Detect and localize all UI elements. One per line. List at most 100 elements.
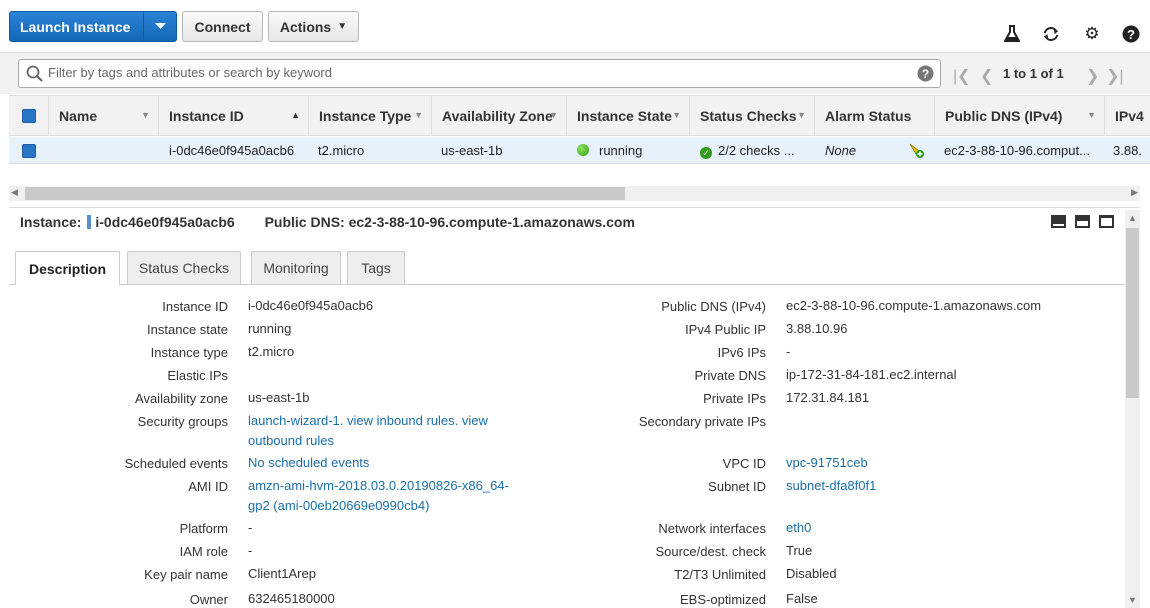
next-page-icon[interactable]: ❯ [1086,66,1099,86]
caret-down-icon [154,23,166,29]
value-scheduled-events-link[interactable]: No scheduled events [248,453,369,473]
detail-public-dns: ec2-3-88-10-96.compute-1.amazonaws.com [348,214,635,230]
pane-resize-divider[interactable] [9,207,1140,208]
column-availability-zone[interactable]: Availability Zone ▼ [432,96,567,136]
label-instance-type: Instance type [150,345,228,360]
scroll-right-icon[interactable]: ▶ [1131,187,1138,198]
launch-dropdown-caret[interactable] [143,12,176,41]
label-iam-role: IAM role [179,544,228,559]
public-dns-label: Public DNS: [264,214,345,230]
flask-icon[interactable] [1003,25,1021,43]
label-elastic-ips: Elastic IPs [167,368,228,383]
scroll-down-icon[interactable]: ▼ [1128,595,1137,605]
sort-asc-icon: ▲ [291,110,300,120]
label-key-pair-name: Key pair name [144,567,228,582]
sort-caret-icon: ▼ [797,110,806,120]
prev-page-icon[interactable]: ❮ [980,66,993,86]
horizontal-scrollbar[interactable]: ◀ ▶ [9,186,1140,201]
label-instance-id: Instance ID [162,299,228,314]
label-ipv6-ips: IPv6 IPs [717,345,766,360]
label-scheduled-events: Scheduled events [124,456,228,471]
label-subnet-id: Subnet ID [708,479,766,494]
sort-caret-icon: ▼ [1087,110,1096,120]
value-source-dest-check: True [786,543,813,558]
value-network-interfaces-link[interactable]: eth0 [786,518,811,538]
value-private-ips: 172.31.84.181 [786,390,870,405]
gear-icon[interactable]: ⚙ [1083,24,1101,43]
select-all-checkbox[interactable] [22,109,36,123]
column-ipv4[interactable]: IPv4 [1105,96,1150,136]
search-icon [26,65,43,82]
cell-instance-id: i-0dc46e0f945a0acb6 [169,143,295,158]
tab-description[interactable]: Description [15,251,120,285]
detail-instance-id: i-0dc46e0f945a0acb6 [95,214,235,230]
tab-tags[interactable]: Tags [347,251,405,284]
cell-instance-type: t2.micro [318,143,365,158]
select-all-cell[interactable] [9,96,49,136]
launch-instance-button[interactable]: Launch Instance [9,11,177,42]
value-ebs-optimized: False [786,591,818,606]
label-t2t3-unlimited: T2/T3 Unlimited [674,567,766,582]
create-alarm-icon[interactable] [908,142,925,159]
value-platform: - [248,520,253,535]
label-owner: Owner [189,592,228,607]
label-availability-zone: Availability zone [135,391,228,406]
search-field[interactable]: ? [18,59,941,88]
connect-button[interactable]: Connect [182,11,263,42]
sort-caret-icon: ▼ [549,110,558,120]
horizontal-scroll-thumb[interactable] [25,187,625,200]
value-instance-state: running [248,321,292,336]
column-alarm-status[interactable]: Alarm Status [815,96,935,136]
vertical-scrollbar[interactable]: ▲ ▼ [1125,210,1140,608]
chevron-down-icon: ▼ [337,21,348,32]
column-status-checks[interactable]: Status Checks ▼ [690,96,815,136]
pagination-text: 1 to 1 of 1 [1003,66,1064,81]
row-checkbox[interactable] [22,144,36,158]
instance-marker [87,215,92,229]
cell-public-dns: ec2-3-88-10-96.comput... [944,143,1090,158]
layout-bottom-icon[interactable] [1051,215,1066,228]
label-secondary-private-ips: Secondary private IPs [638,414,766,429]
column-instance-id[interactable]: Instance ID ▲ [159,96,309,136]
column-instance-state[interactable]: Instance State ▼ [567,96,690,136]
label-security-groups: Security groups [137,414,228,429]
value-t2t3-unlimited: Disabled [786,566,837,581]
tab-monitoring[interactable]: Monitoring [251,251,341,284]
column-public-dns[interactable]: Public DNS (IPv4) ▼ [935,96,1105,136]
actions-button[interactable]: Actions ▼ [268,11,359,42]
label-instance-state: Instance state [147,322,228,337]
table-row[interactable]: i-0dc46e0f945a0acb6 t2.micro us-east-1b … [9,137,1150,164]
layout-split-icon[interactable] [1075,215,1090,228]
column-name[interactable]: Name ▼ [49,96,159,136]
cell-alarm-status: None [825,143,857,158]
sort-caret-icon: ▼ [672,110,681,120]
layout-full-icon[interactable] [1099,215,1114,228]
tab-status-checks[interactable]: Status Checks [127,251,241,284]
instance-label: Instance: [20,214,82,230]
column-instance-type[interactable]: Instance Type ▼ [309,96,432,136]
value-subnet-id-link[interactable]: subnet-dfa8f0f1 [786,476,876,496]
first-page-icon[interactable]: |❮ [953,66,971,86]
help-icon[interactable]: ? [917,65,934,82]
cell-instance-state: running [577,143,642,158]
refresh-icon[interactable] [1042,25,1060,43]
value-instance-id: i-0dc46e0f945a0acb6 [248,298,374,313]
value-private-dns: ip-172-31-84-181.ec2.internal [786,367,957,382]
value-security-groups-link[interactable]: launch-wizard-1. view inbound rules. vie… [248,411,508,451]
value-public-dns: ec2-3-88-10-96.compute-1.amazonaws.com [786,298,1042,313]
label-vpc-id: VPC ID [722,456,766,471]
vertical-scroll-thumb[interactable] [1126,228,1139,398]
value-availability-zone: us-east-1b [248,390,310,405]
help-icon[interactable]: ? [1122,25,1140,43]
scroll-up-icon[interactable]: ▲ [1128,213,1137,223]
sort-caret-icon: ▼ [141,110,150,120]
value-ami-id-link[interactable]: amzn-ami-hvm-2018.03.0.20190826-x86_64-g… [248,476,523,516]
search-input[interactable] [48,65,908,80]
value-vpc-id-link[interactable]: vpc-91751ceb [786,453,868,473]
label-private-dns: Private DNS [694,368,766,383]
label-ebs-optimized: EBS-optimized [680,592,766,607]
scroll-left-icon[interactable]: ◀ [11,187,18,198]
last-page-icon[interactable]: ❯| [1106,66,1124,86]
label-public-dns: Public DNS (IPv4) [661,299,766,314]
detail-tabs: Description Status Checks Monitoring Tag… [9,251,1125,285]
